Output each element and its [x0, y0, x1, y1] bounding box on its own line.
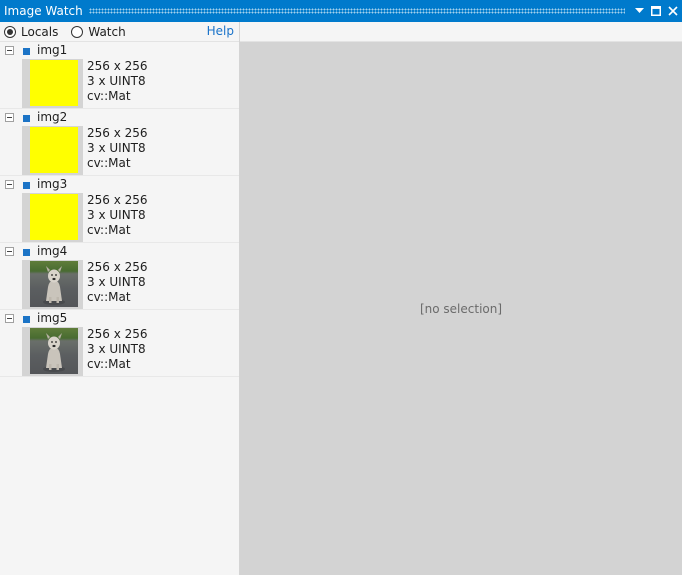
- thumbnail-frame[interactable]: [22, 327, 83, 376]
- locals-radio-button[interactable]: [4, 25, 16, 38]
- image-info: 256 x 256 3 x UINT8 cv::Mat: [87, 126, 148, 171]
- image-type: cv::Mat: [87, 156, 131, 170]
- image-list-item[interactable]: img5 256 x 256 3 x UINT8 cv::Mat: [0, 310, 239, 377]
- help-link[interactable]: Help: [207, 24, 234, 38]
- image-info: 256 x 256 3 x UINT8 cv::Mat: [87, 327, 148, 372]
- image-type: cv::Mat: [87, 357, 131, 371]
- image-format: 3 x UINT8: [87, 74, 146, 88]
- image-size: 256 x 256: [87, 327, 148, 341]
- radio-selected-dot: [7, 28, 13, 35]
- dog-photo-thumbnail: [30, 328, 78, 374]
- locals-radio[interactable]: Locals: [4, 25, 58, 39]
- thumbnail-frame[interactable]: [22, 59, 83, 108]
- image-list-item[interactable]: img4 256 x 256 3 x UINT8 cv::Mat: [0, 243, 239, 310]
- thumbnail-frame[interactable]: [22, 193, 83, 242]
- image-name: img2: [37, 110, 68, 124]
- image-marker-icon: [23, 182, 30, 189]
- image-size: 256 x 256: [87, 260, 148, 274]
- image-list-item[interactable]: img1 256 x 256 3 x UINT8 cv::Mat: [0, 42, 239, 109]
- image-thumbnail: [30, 194, 78, 240]
- image-marker-icon: [23, 249, 30, 256]
- no-selection-placeholder: [no selection]: [419, 302, 503, 316]
- watch-radio-button[interactable]: [71, 25, 84, 38]
- collapse-toggle-icon[interactable]: [5, 113, 14, 122]
- image-size: 256 x 256: [87, 126, 148, 140]
- title-grip[interactable]: [88, 8, 625, 14]
- image-viewer[interactable]: [no selection]: [240, 22, 682, 575]
- image-list-panel: Locals Watch Help img1 256 x 256 3 x UIN…: [0, 22, 240, 575]
- scope-toolbar: Locals Watch Help: [0, 22, 239, 42]
- watch-label: Watch: [88, 24, 126, 39]
- window-title: Image Watch: [4, 4, 83, 18]
- image-format: 3 x UINT8: [87, 342, 146, 356]
- image-name: img4: [37, 244, 68, 258]
- title-bar: Image Watch: [0, 0, 682, 22]
- image-marker-icon: [23, 316, 30, 323]
- thumbnail-frame[interactable]: [22, 260, 83, 309]
- image-type: cv::Mat: [87, 290, 131, 304]
- image-format: 3 x UINT8: [87, 275, 146, 289]
- image-list: img1 256 x 256 3 x UINT8 cv::Mat img2 25…: [0, 42, 239, 377]
- maximize-icon[interactable]: [648, 3, 664, 19]
- collapse-toggle-icon[interactable]: [5, 247, 14, 256]
- collapse-toggle-icon[interactable]: [5, 46, 14, 55]
- thumbnail-frame[interactable]: [22, 126, 83, 175]
- image-list-item[interactable]: img2 256 x 256 3 x UINT8 cv::Mat: [0, 109, 239, 176]
- image-name: img1: [37, 43, 68, 57]
- image-size: 256 x 256: [87, 193, 148, 207]
- dog-photo-thumbnail: [30, 261, 78, 307]
- image-marker-icon: [23, 115, 30, 122]
- image-type: cv::Mat: [87, 89, 131, 103]
- image-format: 3 x UINT8: [87, 141, 146, 155]
- collapse-toggle-icon[interactable]: [5, 314, 14, 323]
- locals-label: Locals: [21, 24, 59, 39]
- image-format: 3 x UINT8: [87, 208, 146, 222]
- image-name: img3: [37, 177, 68, 191]
- image-info: 256 x 256 3 x UINT8 cv::Mat: [87, 59, 148, 104]
- image-type: cv::Mat: [87, 223, 131, 237]
- image-size: 256 x 256: [87, 59, 148, 73]
- image-thumbnail: [30, 60, 78, 106]
- image-list-item[interactable]: img3 256 x 256 3 x UINT8 cv::Mat: [0, 176, 239, 243]
- image-marker-icon: [23, 48, 30, 55]
- collapse-toggle-icon[interactable]: [5, 180, 14, 189]
- dropdown-icon[interactable]: [631, 3, 647, 19]
- image-info: 256 x 256 3 x UINT8 cv::Mat: [87, 193, 148, 238]
- close-icon[interactable]: [665, 3, 681, 19]
- viewer-toolbar: [240, 22, 682, 42]
- image-name: img5: [37, 311, 68, 325]
- image-thumbnail: [30, 127, 78, 173]
- image-info: 256 x 256 3 x UINT8 cv::Mat: [87, 260, 148, 305]
- watch-radio[interactable]: Watch: [71, 24, 126, 39]
